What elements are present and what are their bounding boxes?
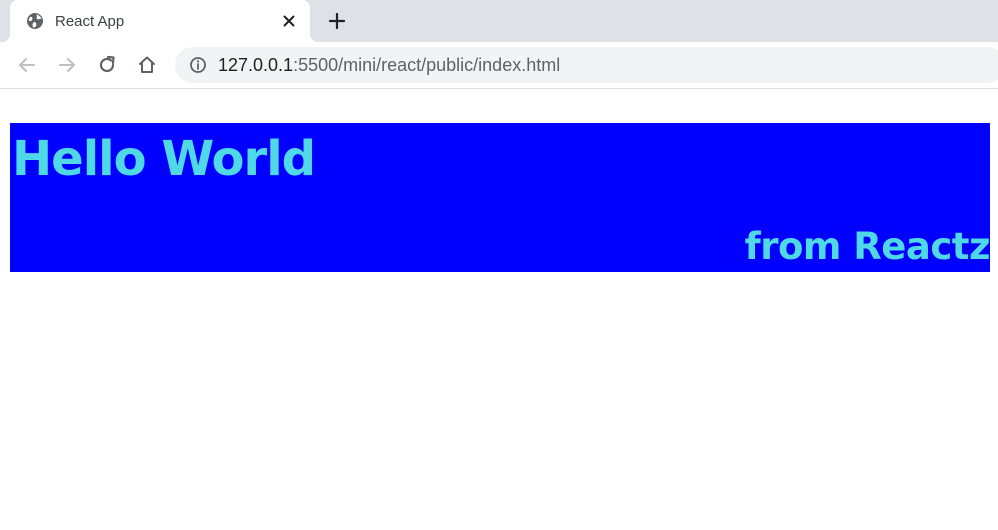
url-text[interactable]: 127.0.0.1:5500/mini/react/public/index.h… xyxy=(218,55,560,75)
browser-window: React App 127.0.0.1:5500/mini/react/publ… xyxy=(0,0,998,530)
plus-icon[interactable] xyxy=(327,11,347,31)
reload-icon[interactable] xyxy=(96,54,118,76)
address-bar[interactable]: 127.0.0.1:5500/mini/react/public/index.h… xyxy=(175,47,998,83)
tab-strip: React App xyxy=(0,0,998,42)
info-icon[interactable] xyxy=(189,56,207,74)
tab-title: React App xyxy=(55,13,125,30)
home-icon[interactable] xyxy=(136,54,158,76)
arrow-right-icon[interactable] xyxy=(56,54,78,76)
page-heading: Hello World xyxy=(12,131,316,187)
tab-react-app[interactable]: React App xyxy=(10,0,310,42)
url-host: 127.0.0.1 xyxy=(218,55,294,75)
browser-toolbar: 127.0.0.1:5500/mini/react/public/index.h… xyxy=(0,42,998,89)
page-viewport: Hello World from Reactz xyxy=(0,89,998,530)
close-icon[interactable] xyxy=(280,12,298,30)
page-subheading: from Reactz xyxy=(744,225,990,268)
globe-icon xyxy=(27,13,43,29)
hello-banner: Hello World from Reactz xyxy=(10,123,990,272)
arrow-left-icon[interactable] xyxy=(16,54,38,76)
url-path: :5500/mini/react/public/index.html xyxy=(293,55,561,75)
